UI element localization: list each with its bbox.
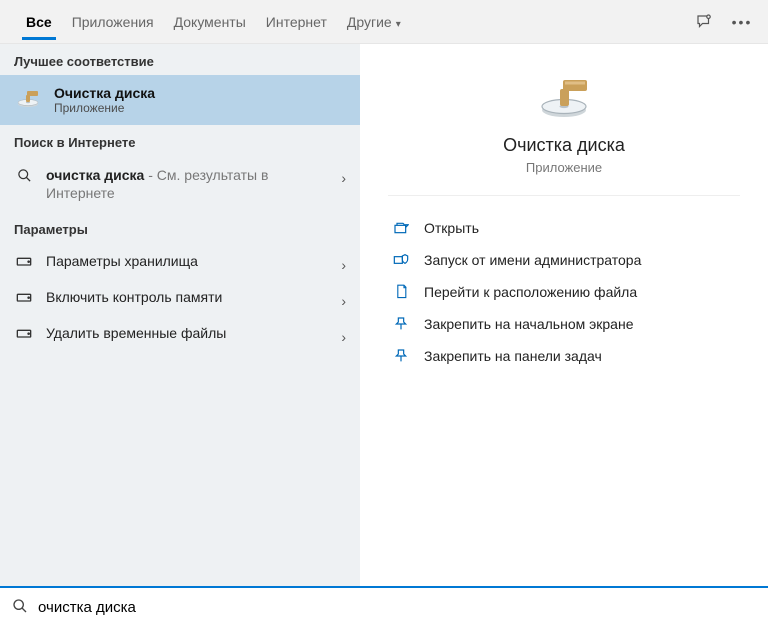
settings-item-storage[interactable]: Параметры хранилища ›	[0, 243, 360, 279]
action-pin-taskbar[interactable]: Закрепить на панели задач	[388, 340, 740, 372]
search-bar[interactable]	[0, 586, 768, 626]
best-match-header: Лучшее соответствие	[0, 44, 360, 75]
action-run-admin[interactable]: Запуск от имени администратора	[388, 244, 740, 276]
settings-item-storage-sense[interactable]: Включить контроль памяти ›	[0, 279, 360, 315]
web-header: Поиск в Интернете	[0, 125, 360, 156]
preview-title: Очистка диска	[503, 135, 625, 156]
action-label: Открыть	[424, 220, 479, 236]
tab-documents[interactable]: Документы	[164, 4, 256, 39]
best-match-result[interactable]: Очистка диска Приложение	[0, 75, 360, 125]
settings-item-label: Параметры хранилища	[46, 253, 198, 269]
disk-cleanup-icon	[14, 89, 42, 111]
more-icon[interactable]: •••	[732, 12, 752, 32]
preview-actions: Открыть Запуск от имени администратора П…	[388, 212, 740, 372]
action-pin-start[interactable]: Закрепить на начальном экране	[388, 308, 740, 340]
search-input[interactable]	[38, 599, 756, 616]
web-result-primary: очистка диска	[46, 167, 144, 183]
preview-pane: Очистка диска Приложение Открыть Запуск …	[360, 44, 768, 586]
storage-icon	[14, 253, 34, 267]
tab-all[interactable]: Все	[16, 4, 62, 39]
action-file-location[interactable]: Перейти к расположению файла	[388, 276, 740, 308]
chevron-right-icon: ›	[341, 257, 346, 273]
tab-web[interactable]: Интернет	[256, 4, 337, 39]
action-label: Закрепить на начальном экране	[424, 316, 634, 332]
pin-icon	[392, 348, 410, 364]
action-open[interactable]: Открыть	[388, 212, 740, 244]
feedback-icon[interactable]	[694, 12, 714, 32]
settings-item-label: Удалить временные файлы	[46, 325, 226, 341]
tab-apps[interactable]: Приложения	[62, 4, 164, 39]
search-icon	[14, 166, 34, 183]
chevron-right-icon: ›	[341, 170, 346, 186]
storage-icon	[14, 289, 34, 303]
action-label: Запуск от имени администратора	[424, 252, 641, 268]
best-match-title: Очистка диска	[54, 85, 155, 101]
disk-cleanup-icon	[536, 78, 592, 125]
folder-icon	[392, 284, 410, 300]
action-label: Закрепить на панели задач	[424, 348, 602, 364]
shield-icon	[392, 252, 410, 268]
search-icon	[12, 598, 28, 617]
chevron-down-icon: ▾	[392, 19, 401, 30]
web-search-result[interactable]: очистка диска - См. результаты в Интерне…	[0, 156, 360, 212]
action-label: Перейти к расположению файла	[424, 284, 637, 300]
preview-subtitle: Приложение	[526, 160, 602, 175]
chevron-right-icon: ›	[341, 329, 346, 345]
settings-header: Параметры	[0, 212, 360, 243]
storage-icon	[14, 325, 34, 339]
filter-tabs: Все Приложения Документы Интернет Другие…	[0, 0, 768, 44]
tab-more[interactable]: Другие▾	[337, 4, 411, 39]
settings-item-temp-files[interactable]: Удалить временные файлы ›	[0, 315, 360, 351]
pin-icon	[392, 316, 410, 332]
results-pane: Лучшее соответствие Очистка диска Прилож…	[0, 44, 360, 586]
settings-item-label: Включить контроль памяти	[46, 289, 222, 305]
best-match-subtitle: Приложение	[54, 101, 155, 115]
chevron-right-icon: ›	[341, 293, 346, 309]
open-icon	[392, 221, 410, 235]
